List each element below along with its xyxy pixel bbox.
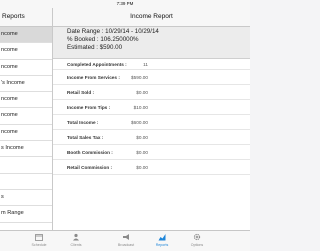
report-row: Total Income : $600.00 [53, 115, 250, 130]
sidebar-item[interactable]: ncome [0, 92, 52, 109]
row-label: Income From Services : [67, 74, 120, 80]
tab-label: Schedule [31, 243, 47, 247]
tab-label: Reports [155, 243, 169, 247]
row-value: $0.00 [136, 89, 148, 95]
chart-icon [147, 233, 177, 243]
tab-label: Options [190, 243, 204, 247]
report-row: Completed Appointments : 11 [53, 59, 250, 70]
status-time: 7:39 PM [116, 1, 134, 6]
sidebar-item[interactable]: 's Income [0, 76, 52, 93]
gear-icon [182, 233, 212, 243]
estimated-text: Estimated : $590.00 [67, 44, 123, 51]
sidebar-item[interactable]: s [0, 190, 52, 207]
sidebar-item[interactable] [0, 157, 52, 174]
tab-bar: Schedule Clients Broadcast Reports Optio… [0, 230, 250, 251]
reports-sidebar: Reports ncome ncome ncome 's Income ncom… [0, 8, 53, 239]
sidebar-title: Reports [0, 8, 52, 27]
tab-options[interactable]: Options [182, 233, 212, 247]
row-value: 11 [143, 61, 148, 67]
report-title: Income Report [53, 8, 250, 27]
row-value: $0.00 [136, 149, 148, 155]
booked-text: % Booked : 106.250000% [67, 36, 139, 43]
row-value: $600.00 [131, 119, 148, 125]
row-value: $0.00 [136, 134, 148, 140]
row-value: $10.00 [133, 104, 148, 110]
row-label: Income From Tips : [67, 104, 111, 110]
row-label: Booth Commission : [67, 149, 113, 155]
tab-broadcast[interactable]: Broadcast [111, 233, 141, 247]
tab-label: Clients [70, 243, 82, 247]
report-summary: Date Range : 10/29/14 - 10/29/14 % Booke… [53, 27, 250, 59]
row-value: $590.00 [131, 74, 148, 80]
report-row: Booth Commission : $0.00 [53, 145, 250, 160]
row-label: Retail Sold : [67, 89, 95, 95]
report-panel: Income Report Date Range : 10/29/14 - 10… [53, 8, 250, 230]
sidebar-item-custom-range[interactable]: m Range [0, 206, 52, 223]
report-row: Retail Commission : $0.00 [53, 160, 250, 175]
sidebar-item[interactable]: ncome [0, 125, 52, 142]
date-range-text: Date Range : 10/29/14 - 10/29/14 [67, 28, 159, 35]
row-label: Total Income : [67, 119, 99, 125]
sidebar-item[interactable]: ncome [0, 60, 52, 76]
tab-clients[interactable]: Clients [61, 233, 91, 247]
row-label: Retail Commission : [67, 164, 113, 170]
sidebar-item[interactable] [0, 174, 52, 190]
calendar-icon [24, 233, 54, 243]
sidebar-item[interactable]: s Income [0, 141, 52, 158]
sidebar-item-income[interactable]: ncome [0, 27, 52, 44]
tab-label: Broadcast [117, 243, 135, 247]
tab-reports[interactable]: Reports [147, 233, 177, 247]
report-row: Income From Services : $590.00 [53, 70, 250, 85]
sidebar-item[interactable]: ncome [0, 43, 52, 60]
clients-icon [61, 233, 91, 243]
status-bar: 7:39 PM [0, 0, 250, 8]
report-row: Retail Sold : $0.00 [53, 85, 250, 100]
report-row: Income From Tips : $10.00 [53, 100, 250, 115]
report-row: Total Sales Tax : $0.00 [53, 130, 250, 145]
row-value: $0.00 [136, 164, 148, 170]
row-label: Total Sales Tax : [67, 134, 104, 140]
sidebar-item[interactable]: ncome [0, 108, 52, 125]
row-label: Completed Appointments : [67, 61, 127, 67]
tab-schedule[interactable]: Schedule [24, 233, 54, 247]
megaphone-icon [111, 233, 141, 243]
